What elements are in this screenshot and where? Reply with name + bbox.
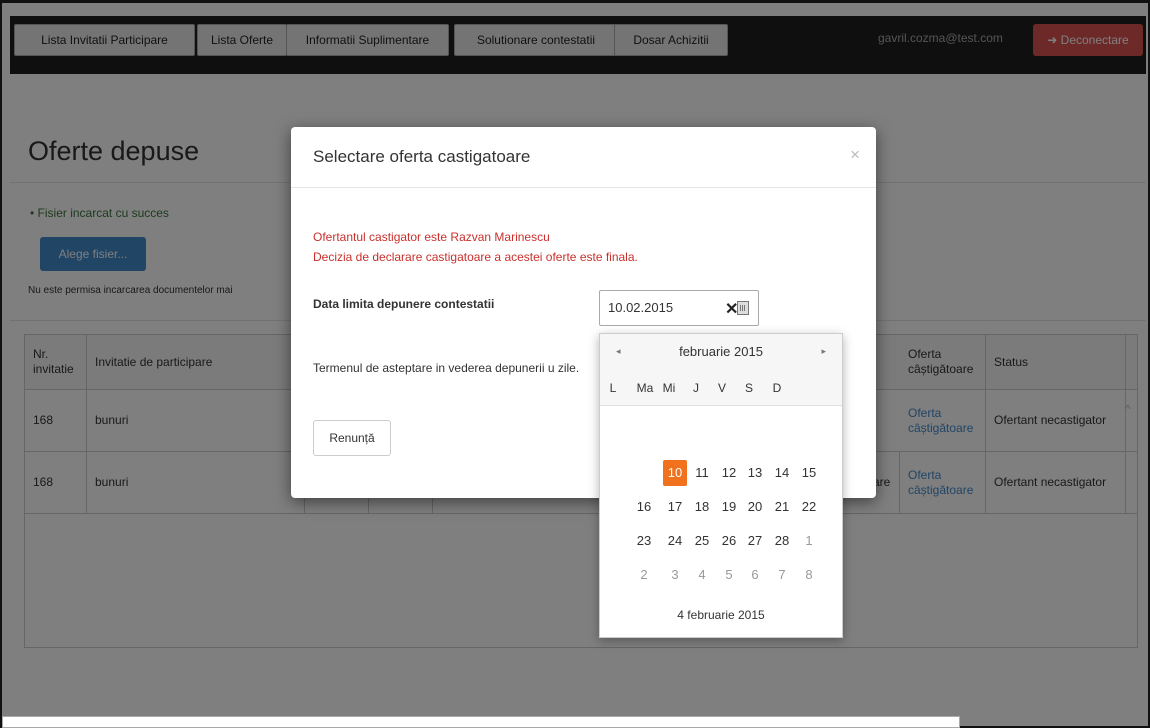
modal-divider [291,187,876,188]
calendar-day[interactable]: 17 [663,494,687,520]
horizontal-scrollbar[interactable] [2,716,960,728]
weekday-label: L [609,381,617,395]
weekday-label: D [772,381,782,395]
calendar-day[interactable]: 23 [632,528,656,554]
calendar-day[interactable]: 14 [770,460,794,486]
weekday-label: Mi [662,381,676,395]
calendar-month[interactable]: februarie 2015 [600,344,842,359]
calendar-day[interactable]: 21 [770,494,794,520]
calendar-day[interactable]: 13 [743,460,767,486]
close-icon[interactable]: × [850,145,860,165]
today-link[interactable]: 4 februarie 2015 [600,608,842,622]
calendar-day[interactable]: 4 [690,562,714,588]
date-picker: ◂ februarie 2015 ▸ L Ma Mi J V S D 10 11 1… [599,333,843,638]
calendar-day[interactable]: 2 [632,562,656,588]
calendar-day[interactable]: 1 [797,528,821,554]
calendar-day[interactable]: 22 [797,494,821,520]
calendar-day[interactable]: 5 [717,562,741,588]
calendar-day[interactable]: 15 [797,460,821,486]
calendar-day[interactable]: 7 [770,562,794,588]
calendar-header: ◂ februarie 2015 ▸ [600,334,842,374]
calendar-day[interactable]: 27 [743,528,767,554]
weekday-label: J [693,381,699,395]
calendar-day[interactable]: 18 [690,494,714,520]
calendar-day[interactable]: 16 [632,494,656,520]
calendar-icon[interactable] [737,301,749,315]
calendar-day[interactable]: 8 [797,562,821,588]
calendar-day[interactable]: 28 [770,528,794,554]
modal-title: Selectare oferta castigatoare [313,147,531,166]
final-decision-message: Decizia de declarare castigatoare a aces… [313,250,638,264]
calendar-day[interactable]: 10 [663,460,687,486]
calendar-day[interactable]: 6 [743,562,767,588]
weekday-label: V [717,381,726,395]
calendar-day[interactable]: 19 [717,494,741,520]
winner-message: Ofertantul castigator este Razvan Marine… [313,230,550,244]
waiting-term-text: Termenul de asteptare in vederea depuner… [313,361,580,375]
next-month-icon[interactable]: ▸ [821,346,826,357]
calendar-day[interactable]: 3 [663,562,687,588]
calendar-day[interactable]: 24 [663,528,687,554]
weekday-label: S [744,381,753,395]
calendar-day[interactable]: 20 [743,494,767,520]
calendar-day[interactable]: 26 [717,528,741,554]
weekday-label: Ma [636,381,654,395]
calendar-day[interactable]: 12 [717,460,741,486]
calendar-day[interactable]: 11 [690,460,714,486]
deadline-label: Data limita depunere contestatii [313,297,495,311]
calendar-day[interactable]: 25 [690,528,714,554]
cancel-button[interactable]: Renunță [313,420,391,456]
